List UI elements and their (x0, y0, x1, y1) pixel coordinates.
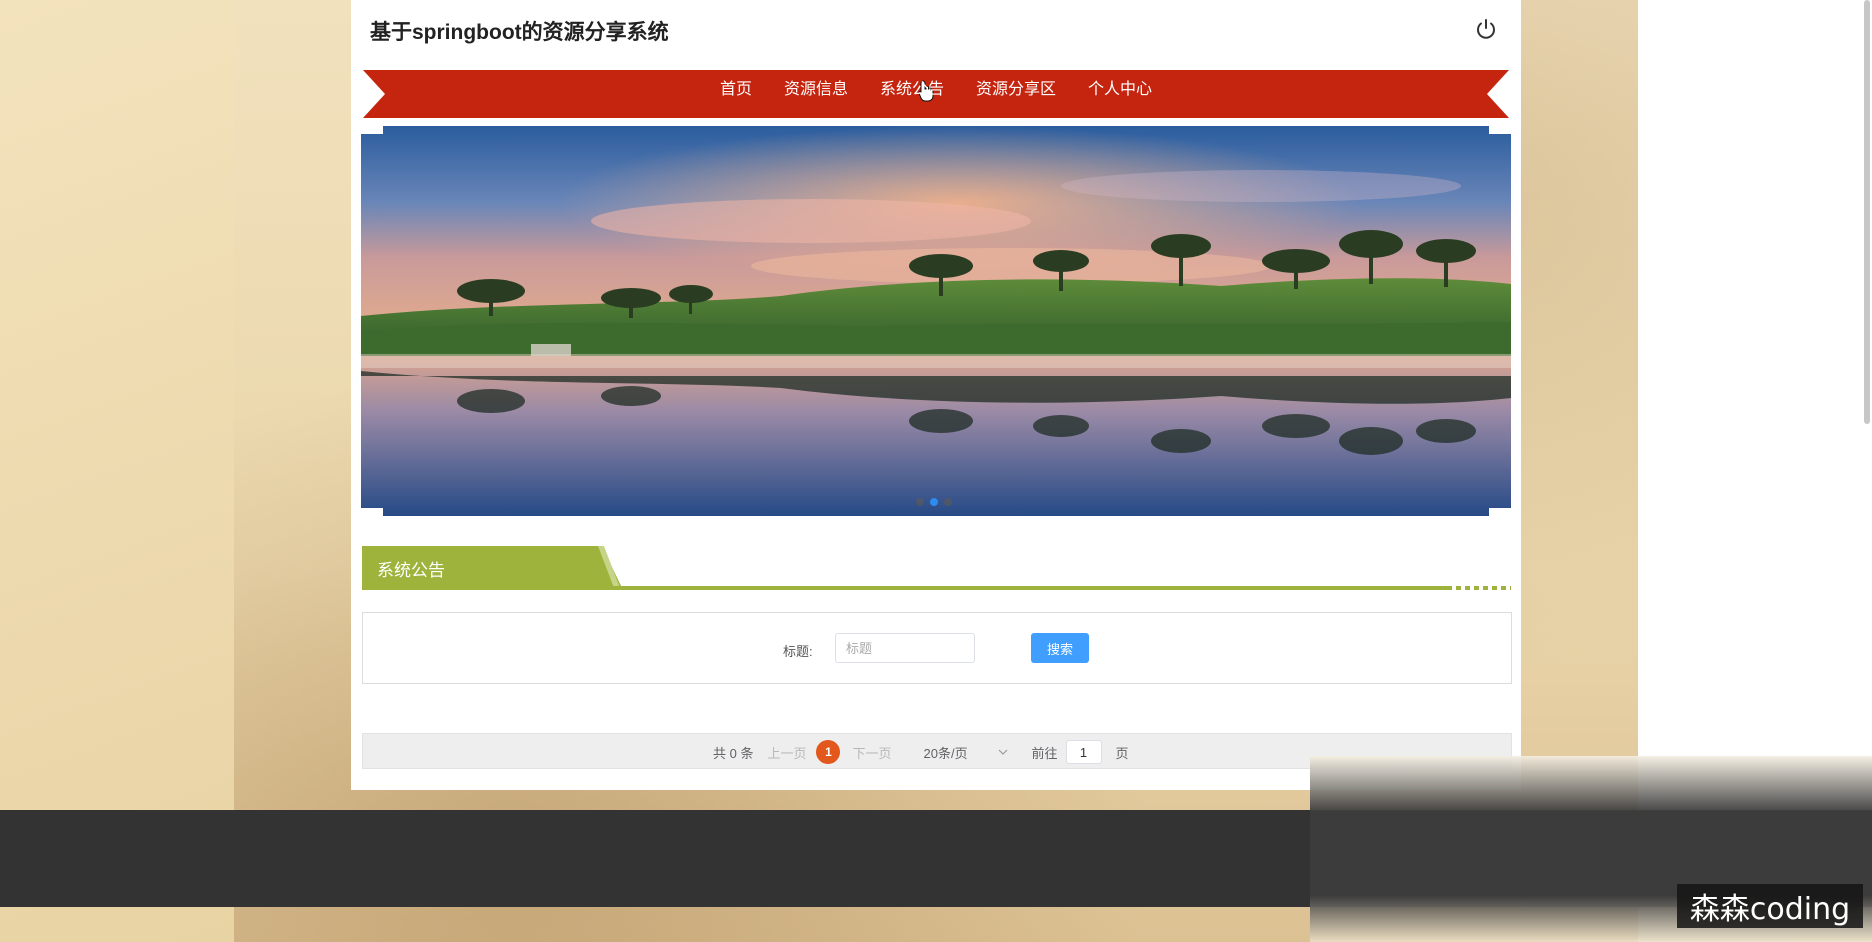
carousel-dot[interactable] (916, 498, 924, 506)
banner-corner (361, 508, 383, 516)
chevron-down-icon (998, 749, 1007, 755)
search-panel: 标题: 搜索 (362, 612, 1512, 684)
goto-page-input[interactable] (1065, 740, 1102, 764)
title-search-input[interactable] (835, 633, 975, 663)
nav-item-label: 系统公告 (879, 81, 944, 98)
page-size-select[interactable]: 20条/页 (914, 739, 1018, 765)
banner-corner (1489, 126, 1511, 134)
background-left (0, 0, 234, 942)
nav-item-label: 资源信息 (783, 81, 848, 98)
nav-item-label: 个人中心 (1088, 81, 1153, 98)
page-suffix-label: 页 (1115, 745, 1129, 761)
prev-page-button[interactable]: 上一页 (767, 743, 806, 762)
page-number-current[interactable]: 1 (816, 740, 841, 764)
section-divider (362, 586, 1511, 590)
section-header: 系统公告 (362, 546, 1511, 592)
section-title: 系统公告 (377, 561, 445, 580)
power-icon[interactable] (1474, 17, 1498, 41)
pagination-total: 共 0 条 (713, 745, 754, 761)
goto-label: 前往 (1031, 745, 1058, 761)
next-page-button[interactable]: 下一页 (852, 743, 891, 762)
nav-item-share-area[interactable]: 资源分享区 (960, 70, 1072, 118)
carousel-dot[interactable] (944, 498, 952, 506)
main-nav: 首页 资源信息 系统公告 资源分享区 个人中心 (351, 66, 1521, 118)
page-size-value: 20条/页 (923, 745, 968, 761)
carousel-dot-active[interactable] (930, 498, 938, 506)
nav-item-user-center[interactable]: 个人中心 (1072, 70, 1168, 118)
nav-item-announcements[interactable]: 系统公告 (864, 66, 960, 118)
section-divider-dashes (1452, 586, 1510, 590)
banner-corner (361, 126, 383, 134)
header: 基于springboot的资源分享系统 (351, 0, 1521, 62)
pagination: 共 0 条 上一页 1 下一页 20条/页 前往 页 (713, 734, 1129, 770)
page-container: 基于springboot的资源分享系统 首页 资源信息 系统公告 资源分享区 个… (351, 0, 1521, 790)
carousel-indicators (916, 498, 952, 506)
nav-item-home[interactable]: 首页 (704, 70, 768, 118)
search-button[interactable]: 搜索 (1031, 633, 1089, 663)
site-title: 基于springboot的资源分享系统 (370, 21, 669, 44)
banner-corner (1489, 508, 1511, 516)
nav-item-resources[interactable]: 资源信息 (768, 70, 864, 118)
banner-landscape-image (361, 126, 1511, 516)
nav-item-label: 资源分享区 (976, 81, 1057, 98)
nav-item-label: 首页 (719, 81, 752, 98)
watermark: 森森coding (1677, 884, 1863, 928)
title-label: 标题: (783, 644, 813, 659)
hero-banner[interactable] (361, 126, 1511, 516)
scrollbar-thumb[interactable] (1864, 0, 1870, 424)
